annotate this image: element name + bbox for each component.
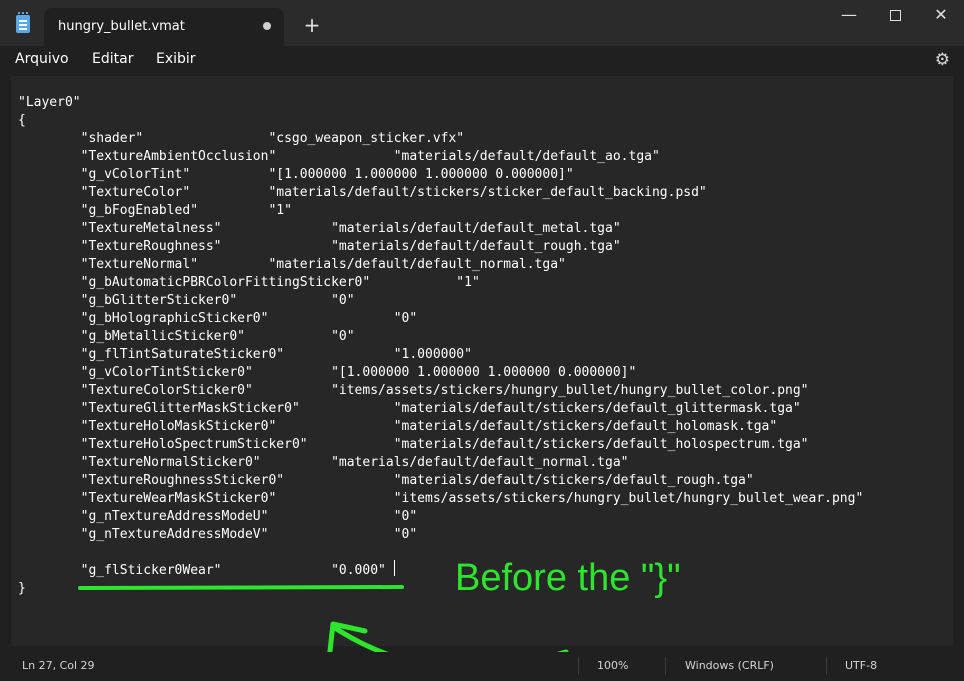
new-tab-button[interactable]: +	[300, 13, 324, 37]
unsaved-dot-icon[interactable]	[263, 22, 271, 30]
status-divider	[665, 657, 666, 675]
close-button[interactable]: ✕	[918, 0, 964, 32]
maximize-button[interactable]	[872, 0, 918, 32]
menu-file[interactable]: Arquivo	[15, 51, 69, 67]
title-bar: hungry_bullet.vmat + — ✕	[0, 0, 964, 46]
editor-content[interactable]: "Layer0" { "shader" "csgo_weapon_sticker…	[18, 94, 863, 598]
gear-icon[interactable]: ⚙	[935, 50, 950, 70]
cursor-position[interactable]: Ln 27, Col 29	[22, 659, 95, 672]
zoom-level[interactable]: 100%	[597, 659, 628, 672]
tab-title: hungry_bullet.vmat	[58, 19, 185, 34]
text-caret	[394, 560, 395, 576]
maximize-icon	[889, 10, 901, 21]
menu-edit[interactable]: Editar	[92, 51, 133, 67]
line-ending[interactable]: Windows (CRLF)	[685, 659, 774, 672]
minimize-button[interactable]: —	[826, 0, 872, 32]
status-divider	[826, 657, 827, 675]
encoding[interactable]: UTF-8	[845, 659, 877, 672]
status-bar: Ln 27, Col 29 100% Windows (CRLF) UTF-8	[0, 652, 964, 681]
tab-hungry-bullet[interactable]: hungry_bullet.vmat	[44, 8, 284, 46]
status-divider	[578, 657, 579, 675]
annotation-text: Before the "}"	[455, 557, 681, 599]
menu-bar: Arquivo Editar Exibir ⚙	[0, 46, 964, 76]
menu-view[interactable]: Exibir	[156, 51, 196, 67]
notepad-icon	[16, 12, 30, 33]
